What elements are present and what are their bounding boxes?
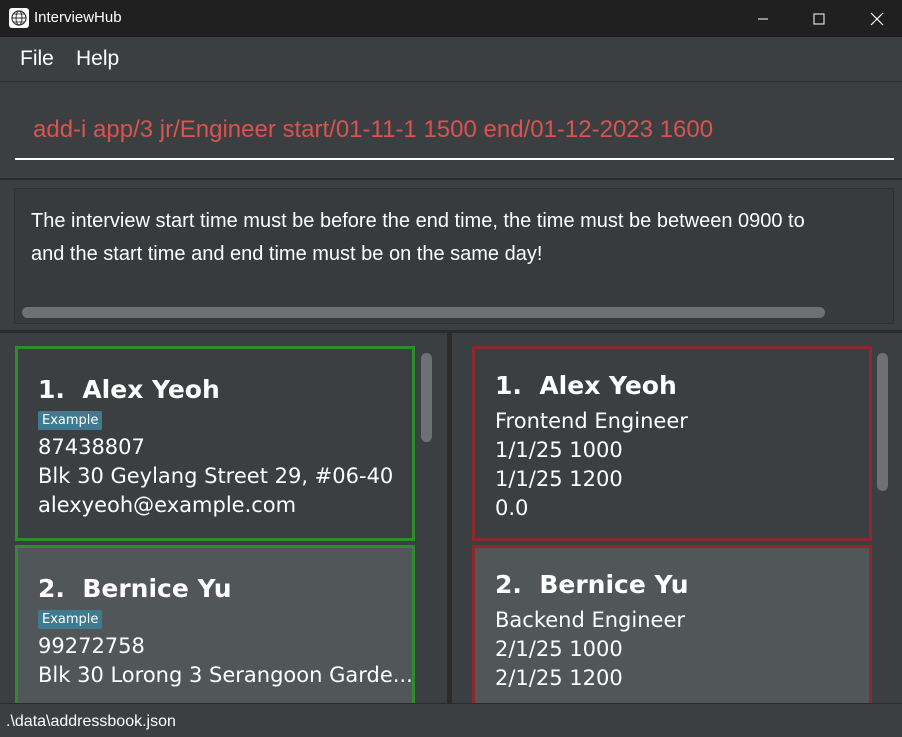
person-list-panel: 1. Alex Yeoh Example 87438807 Blk 30 Gey… — [0, 333, 447, 703]
person-card[interactable]: 2. Bernice Yu Example 99272758 Blk 30 Lo… — [15, 545, 415, 703]
interview-role: Backend Engineer — [495, 608, 685, 632]
person-address: Blk 30 Lorong 3 Serangoon Garde... — [38, 663, 413, 687]
minimize-icon — [758, 18, 768, 19]
menu-help[interactable]: Help — [76, 47, 119, 71]
result-horizontal-scrollbar[interactable] — [22, 307, 825, 318]
interview-rating: 0.0 — [495, 496, 529, 520]
person-tag: Example — [38, 411, 103, 430]
person-email: alexyeoh@example.com — [38, 493, 297, 517]
globe-icon — [9, 8, 29, 28]
maximize-icon — [813, 13, 825, 24]
person-name: 2. Bernice Yu — [38, 574, 232, 603]
result-message: The interview start time must be before … — [31, 210, 805, 265]
title-bar: InterviewHub — [0, 0, 902, 37]
person-phone: 99272758 — [38, 634, 145, 658]
interview-list-panel: 1. Alex Yeoh Frontend Engineer 1/1/25 10… — [452, 333, 902, 703]
person-phone: 87438807 — [38, 435, 145, 459]
window-title: InterviewHub — [34, 9, 122, 26]
interview-card[interactable]: 2. Bernice Yu Backend Engineer 2/1/25 10… — [472, 545, 872, 703]
person-tag: Example — [38, 610, 103, 629]
interview-name: 2. Bernice Yu — [495, 570, 689, 599]
person-card[interactable]: 1. Alex Yeoh Example 87438807 Blk 30 Gey… — [15, 346, 415, 541]
minimize-button[interactable] — [734, 0, 792, 37]
result-box: The interview start time must be before … — [14, 188, 894, 324]
interview-start: 2/1/25 1000 — [495, 637, 623, 661]
command-input[interactable] — [15, 102, 894, 160]
interview-list-scrollbar[interactable] — [877, 353, 888, 491]
person-name: 1. Alex Yeoh — [38, 375, 220, 404]
status-bar: .\data\addressbook.json — [0, 703, 902, 737]
person-address: Blk 30 Geylang Street 29, #06-40 — [38, 464, 394, 488]
save-location: .\data\addressbook.json — [6, 713, 176, 730]
interview-end: 2/1/25 1200 — [495, 666, 623, 690]
interview-role: Frontend Engineer — [495, 409, 688, 433]
interview-start: 1/1/25 1000 — [495, 438, 623, 462]
menu-bar: File Help — [0, 37, 902, 82]
menu-file[interactable]: File — [20, 47, 54, 71]
close-icon — [870, 12, 884, 25]
close-button[interactable] — [848, 0, 902, 37]
interview-end: 1/1/25 1200 — [495, 467, 623, 491]
interview-card[interactable]: 1. Alex Yeoh Frontend Engineer 1/1/25 10… — [472, 346, 872, 541]
maximize-button[interactable] — [790, 0, 848, 37]
command-box — [0, 82, 902, 180]
person-list-scrollbar[interactable] — [421, 353, 432, 442]
interview-name: 1. Alex Yeoh — [495, 371, 677, 400]
